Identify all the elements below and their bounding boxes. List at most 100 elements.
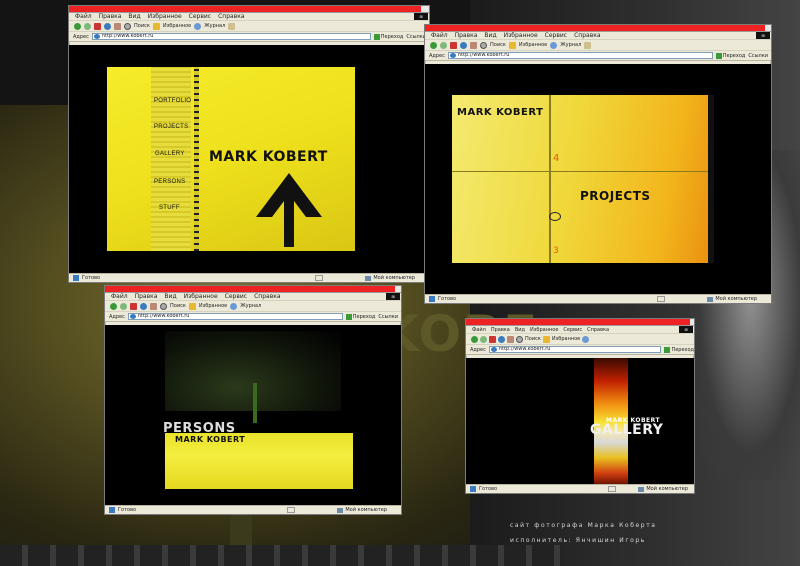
go-label: Переход [352, 313, 376, 320]
history-icon[interactable] [230, 302, 238, 310]
menu-favorites[interactable]: Избранное [184, 293, 218, 300]
forward-icon[interactable] [440, 41, 447, 49]
stop-icon[interactable] [94, 22, 101, 30]
menu-tools[interactable]: Сервис [225, 293, 247, 300]
links-button[interactable]: Ссылки [748, 53, 771, 59]
green-stem [253, 383, 257, 423]
menu-help[interactable]: Справка [587, 327, 609, 333]
history-icon[interactable] [194, 22, 202, 30]
menu-favorites[interactable]: Избранное [530, 327, 558, 333]
menu-help[interactable]: Справка [218, 13, 244, 20]
refresh-icon[interactable] [460, 41, 467, 49]
search-button-label[interactable]: Поиск [490, 42, 506, 48]
menu-tools[interactable]: Сервис [563, 327, 582, 333]
menu-file[interactable]: Файл [111, 293, 128, 300]
search-button-label[interactable]: Поиск [134, 23, 150, 29]
menu-view[interactable]: Вид [484, 32, 496, 39]
arrow-up-icon [256, 173, 322, 247]
address-input[interactable]: http://www.kobert.ru [91, 33, 371, 40]
menu-view[interactable]: Вид [515, 327, 525, 333]
site-menu-persons[interactable]: PERSONS [154, 179, 185, 185]
back-icon[interactable] [430, 41, 437, 49]
title-bar[interactable] [425, 25, 771, 32]
forward-icon[interactable] [480, 335, 487, 343]
favorites-button-label[interactable]: Избранное [552, 336, 580, 342]
favorites-button-label[interactable]: Избранное [163, 23, 191, 29]
menu-tools[interactable]: Сервис [545, 32, 567, 39]
search-icon[interactable] [480, 41, 487, 49]
site-menu-gallery[interactable]: GALLERY [155, 151, 185, 157]
menu-file[interactable]: Файл [472, 327, 486, 333]
menu-tools[interactable]: Сервис [189, 13, 211, 20]
favorites-button-label[interactable]: Избранное [199, 303, 227, 309]
address-input[interactable]: http://www.kobert.ru [447, 52, 713, 59]
menu-edit[interactable]: Правка [455, 32, 478, 39]
refresh-icon[interactable] [140, 302, 147, 310]
page-icon [449, 53, 456, 58]
stop-icon[interactable] [489, 335, 496, 343]
address-url: http://www.kobert.ru [498, 346, 551, 352]
menu-edit[interactable]: Правка [99, 13, 122, 20]
history-button-label[interactable]: Журнал [560, 42, 581, 48]
home-icon[interactable] [470, 41, 477, 49]
address-url: http://www.kobert.ru [101, 33, 154, 39]
mail-icon[interactable] [584, 41, 592, 49]
site-menu-portfolio[interactable]: PORTFOLIO [154, 98, 191, 104]
search-icon[interactable] [124, 22, 131, 30]
search-button-label[interactable]: Поиск [170, 303, 186, 309]
refresh-icon[interactable] [498, 335, 505, 343]
menu-favorites[interactable]: Избранное [504, 32, 538, 39]
back-icon[interactable] [110, 302, 117, 310]
stop-icon[interactable] [130, 302, 137, 310]
menu-favorites[interactable]: Избранное [148, 13, 182, 20]
menu-file[interactable]: Файл [431, 32, 448, 39]
menu-help[interactable]: Справка [254, 293, 280, 300]
mail-icon[interactable] [228, 22, 236, 30]
menu-view[interactable]: Вид [164, 293, 176, 300]
go-button[interactable]: Переход [715, 52, 745, 59]
back-icon[interactable] [471, 335, 478, 343]
address-input[interactable]: http://www.kobert.ru [127, 313, 343, 320]
menu-edit[interactable]: Правка [135, 293, 158, 300]
menu-bar: Файл Правка Вид Избранное Сервис Справка… [69, 13, 429, 21]
home-icon[interactable] [114, 22, 121, 30]
stop-icon[interactable] [450, 41, 457, 49]
go-button[interactable]: Переход [345, 313, 376, 320]
favorites-icon[interactable] [152, 22, 160, 30]
title-bar[interactable] [466, 319, 694, 326]
menu-edit[interactable]: Правка [491, 327, 510, 333]
search-icon[interactable] [160, 302, 167, 310]
forward-icon[interactable] [84, 22, 91, 30]
home-icon[interactable] [507, 335, 514, 343]
links-button[interactable]: Ссылки [378, 314, 401, 320]
search-icon[interactable] [516, 335, 523, 343]
title-bar[interactable] [69, 6, 429, 13]
computer-icon [707, 296, 714, 302]
home-icon[interactable] [150, 302, 157, 310]
address-input[interactable]: http://www.kobert.ru [488, 346, 662, 353]
history-button-label[interactable]: Журнал [204, 23, 225, 29]
search-button-label[interactable]: Поиск [525, 336, 541, 342]
favorites-button-label[interactable]: Избранное [519, 42, 547, 48]
site-menu-projects[interactable]: PROJECTS [154, 124, 188, 130]
go-button[interactable]: Переход [373, 33, 403, 40]
site-title: MARK KOBERT [606, 417, 661, 424]
go-button[interactable]: Переход [664, 346, 694, 353]
status-text: Готово [82, 275, 101, 281]
address-url: http://www.kobert.ru [457, 52, 510, 58]
favorites-icon[interactable] [188, 302, 196, 310]
menu-view[interactable]: Вид [128, 13, 140, 20]
history-icon[interactable] [550, 41, 558, 49]
history-icon[interactable] [582, 335, 590, 343]
title-bar[interactable] [105, 286, 401, 293]
back-icon[interactable] [74, 22, 81, 30]
menu-file[interactable]: Файл [75, 13, 92, 20]
refresh-icon[interactable] [104, 22, 111, 30]
site-menu-stuff[interactable]: STUFF [159, 205, 180, 211]
favorites-icon[interactable] [542, 335, 550, 343]
favorites-icon[interactable] [508, 41, 516, 49]
menu-help[interactable]: Справка [574, 32, 600, 39]
forward-icon[interactable] [120, 302, 127, 310]
status-text: Готово [438, 296, 457, 302]
history-button-label[interactable]: Журнал [240, 303, 261, 309]
